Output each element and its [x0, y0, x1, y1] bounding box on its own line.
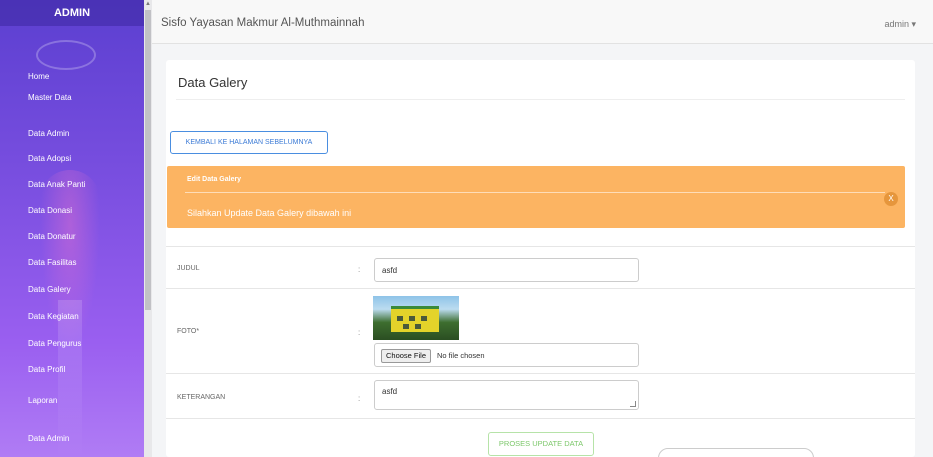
partial-input[interactable]	[658, 448, 814, 457]
app-title: Sisfo Yayasan Makmur Al-Muthmainnah	[161, 17, 365, 29]
sidebar-item-laporan[interactable]: Laporan	[28, 396, 57, 405]
sidebar-item-data-fasilitas[interactable]: Data Fasilitas	[28, 258, 76, 267]
sidebar-item-data-pengurus[interactable]: Data Pengurus	[28, 339, 81, 348]
keterangan-value: asfd	[382, 387, 398, 396]
sidebar-item-data-anak-panti[interactable]: Data Anak Panti	[28, 180, 85, 189]
foto-colon: :	[358, 328, 361, 337]
sidebar: ADMIN Home Master Data Data Admin Data A…	[0, 0, 144, 457]
form-divider	[166, 373, 915, 374]
keterangan-label: KETERANGAN	[177, 394, 226, 401]
sidebar-item-data-kegiatan[interactable]: Data Kegiatan	[28, 312, 79, 321]
sidebar-item-data-donasi[interactable]: Data Donasi	[28, 206, 72, 215]
sidebar-item-master-data[interactable]: Master Data	[28, 93, 72, 102]
alert-message: Silahkan Update Data Galery dibawah ini	[187, 208, 352, 218]
scrollbar-thumb[interactable]	[145, 10, 151, 310]
edit-alert: Edit Data Galery Silahkan Update Data Ga…	[167, 166, 905, 228]
sidebar-item-home[interactable]: Home	[28, 72, 49, 81]
sidebar-item-data-profil[interactable]: Data Profil	[28, 365, 65, 374]
planet-illustration	[36, 40, 96, 70]
form-divider	[166, 418, 915, 419]
content-card: Data Galery KEMBALI KE HALAMAN SEBELUMNY…	[166, 60, 915, 457]
topbar: Sisfo Yayasan Makmur Al-Muthmainnah admi…	[152, 0, 933, 44]
alert-heading: Edit Data Galery	[187, 176, 242, 183]
user-menu[interactable]: admin ▾	[884, 19, 916, 30]
sidebar-item-data-admin-2[interactable]: Data Admin	[28, 434, 69, 443]
sidebar-item-data-admin[interactable]: Data Admin	[28, 129, 69, 138]
sidebar-scrollbar[interactable]: ▲	[144, 0, 152, 457]
judul-input[interactable]: asfd	[374, 258, 639, 282]
window-shape	[415, 324, 421, 329]
resize-handle-icon[interactable]	[630, 401, 636, 407]
sidebar-item-data-galery[interactable]: Data Galery	[28, 285, 71, 294]
alert-divider	[185, 192, 885, 193]
submit-update-button[interactable]: PROSES UPDATE DATA	[488, 432, 594, 456]
page-title: Data Galery	[178, 75, 248, 90]
sidebar-item-data-donatur[interactable]: Data Donatur	[28, 232, 76, 241]
back-button[interactable]: KEMBALI KE HALAMAN SEBELUMNYA	[170, 131, 328, 154]
choose-file-button[interactable]: Choose File	[381, 349, 432, 363]
form-divider	[166, 288, 915, 289]
window-shape	[403, 324, 409, 329]
sidebar-item-data-adopsi[interactable]: Data Adopsi	[28, 154, 71, 163]
window-shape	[409, 316, 415, 321]
alert-close-button[interactable]: X	[884, 192, 898, 206]
file-status-text: No file chosen	[437, 351, 485, 360]
window-shape	[397, 316, 403, 321]
keterangan-colon: :	[358, 394, 361, 403]
judul-colon: :	[358, 265, 361, 274]
title-divider	[176, 99, 905, 100]
judul-label: JUDUL	[177, 265, 200, 272]
sidebar-brand: ADMIN	[0, 0, 144, 26]
foto-preview-image	[373, 296, 459, 340]
foto-label: FOTO*	[177, 328, 200, 335]
scroll-up-arrow-icon[interactable]: ▲	[145, 1, 151, 7]
foto-file-input[interactable]: Choose File No file chosen	[374, 343, 639, 367]
keterangan-textarea[interactable]: asfd	[374, 380, 639, 410]
form-divider	[166, 246, 915, 247]
window-shape	[421, 316, 427, 321]
